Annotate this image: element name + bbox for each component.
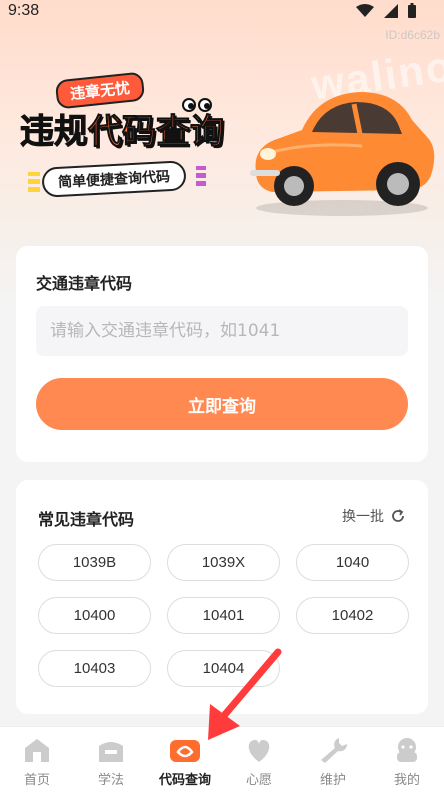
code-chip[interactable]: 10402 — [296, 597, 409, 634]
refresh-label: 换一批 — [342, 509, 384, 525]
status-bar: 9:38 — [0, 0, 444, 24]
eye-icon — [182, 98, 196, 112]
signal-icon — [384, 3, 398, 18]
pointer-arrow-icon — [208, 648, 282, 740]
code-chip[interactable]: 10403 — [38, 650, 151, 687]
status-time: 9:38 — [8, 2, 40, 19]
wrench-icon — [316, 735, 350, 765]
code-chip[interactable]: 10401 — [167, 597, 280, 634]
pixel-decoration — [196, 166, 206, 186]
code-chip[interactable]: 1040 — [296, 544, 409, 581]
refresh-button[interactable]: 换一批 — [342, 506, 406, 526]
status-icons — [356, 3, 416, 18]
code-chip[interactable]: 1039B — [38, 544, 151, 581]
tab-label: 心愿 — [245, 773, 272, 788]
battery-icon — [408, 3, 416, 18]
code-chip[interactable]: 1039X — [167, 544, 280, 581]
pixel-decoration — [28, 172, 40, 192]
query-button[interactable]: 立即查询 — [36, 378, 408, 430]
refresh-icon — [392, 509, 404, 522]
home-icon — [20, 735, 54, 765]
tab-label: 首页 — [23, 773, 50, 788]
car-illustration — [250, 92, 435, 216]
eye-icon — [198, 98, 212, 112]
wifi-icon — [356, 3, 374, 17]
search-card-title: 交通违章代码 — [36, 274, 133, 293]
eyes-decoration — [182, 98, 212, 112]
tab-label: 学法 — [97, 773, 124, 788]
code-query-icon — [168, 735, 202, 765]
profile-icon — [390, 735, 424, 765]
book-icon — [94, 735, 128, 765]
common-codes-title: 常见违章代码 — [38, 510, 135, 529]
tab-home[interactable]: 首页 — [0, 727, 74, 792]
hero-title-part1: 违规 — [20, 112, 89, 153]
code-chip[interactable]: 10400 — [38, 597, 151, 634]
tab-label: 代码查询 — [158, 773, 211, 788]
search-card: 交通违章代码 立即查询 — [16, 246, 428, 462]
tab-label: 维护 — [319, 773, 346, 788]
tab-profile[interactable]: 我的 — [370, 727, 444, 792]
hero-subtitle: 简单便捷查询代码 — [41, 160, 187, 198]
id-tag: ID:d6c62b — [385, 28, 440, 42]
tab-label: 我的 — [393, 773, 420, 788]
tab-study[interactable]: 学法 — [74, 727, 148, 792]
tab-maintenance[interactable]: 维护 — [296, 727, 370, 792]
violation-code-input[interactable] — [36, 306, 408, 356]
